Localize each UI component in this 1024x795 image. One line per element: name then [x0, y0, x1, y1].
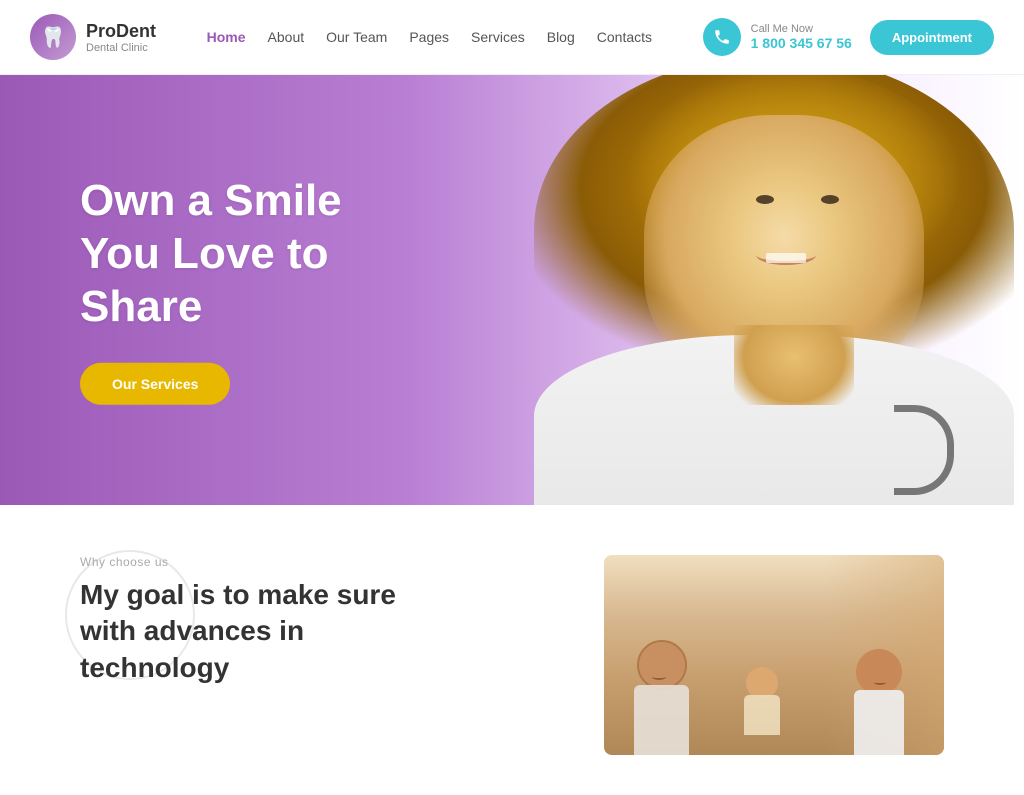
- hero-illustration: [410, 75, 1024, 505]
- hero-title-line1: Own a Smile: [80, 176, 342, 225]
- logo-text: ProDent Dental Clinic: [86, 21, 156, 54]
- logo-area: 🦷 ProDent Dental Clinic: [30, 14, 156, 60]
- brand-subtitle: Dental Clinic: [86, 42, 156, 54]
- why-label: Why choose us: [80, 555, 544, 569]
- hero-title-line2: You Love to: [80, 229, 329, 278]
- hero-cta-button[interactable]: Our Services: [80, 363, 230, 405]
- hero-title-line3: Share: [80, 281, 202, 330]
- hero-content: Own a Smile You Love to Share Our Servic…: [80, 175, 342, 405]
- header: 🦷 ProDent Dental Clinic Home About Our T…: [0, 0, 1024, 75]
- header-right: Call Me Now 1 800 345 67 56 Appointment: [703, 18, 994, 56]
- call-label: Call Me Now: [751, 23, 852, 35]
- below-heading-line2: with advances in: [80, 615, 304, 646]
- nav-home[interactable]: Home: [207, 29, 246, 45]
- nav-pages[interactable]: Pages: [409, 29, 449, 45]
- below-heading-line1: My goal is to make sure: [80, 579, 396, 610]
- nav-contacts[interactable]: Contacts: [597, 29, 652, 45]
- phone-text: Call Me Now 1 800 345 67 56: [751, 23, 852, 51]
- below-section: Why choose us My goal is to make sure wi…: [0, 505, 1024, 795]
- main-nav: Home About Our Team Pages Services Blog …: [207, 29, 652, 45]
- below-heading: My goal is to make sure with advances in…: [80, 577, 544, 686]
- nav-services[interactable]: Services: [471, 29, 525, 45]
- hero-section: Own a Smile You Love to Share Our Servic…: [0, 75, 1024, 505]
- brand-name: ProDent: [86, 21, 156, 42]
- below-heading-line3: technology: [80, 652, 229, 683]
- logo-icon: 🦷: [30, 14, 76, 60]
- nav-about[interactable]: About: [268, 29, 305, 45]
- nav-blog[interactable]: Blog: [547, 29, 575, 45]
- phone-icon: [703, 18, 741, 56]
- phone-number: 1 800 345 67 56: [751, 35, 852, 51]
- appointment-button[interactable]: Appointment: [870, 20, 994, 55]
- phone-area: Call Me Now 1 800 345 67 56: [703, 18, 852, 56]
- nav-our-team[interactable]: Our Team: [326, 29, 387, 45]
- below-left: Why choose us My goal is to make sure wi…: [80, 555, 544, 686]
- family-photo-container: [604, 555, 944, 755]
- hero-title: Own a Smile You Love to Share: [80, 175, 342, 333]
